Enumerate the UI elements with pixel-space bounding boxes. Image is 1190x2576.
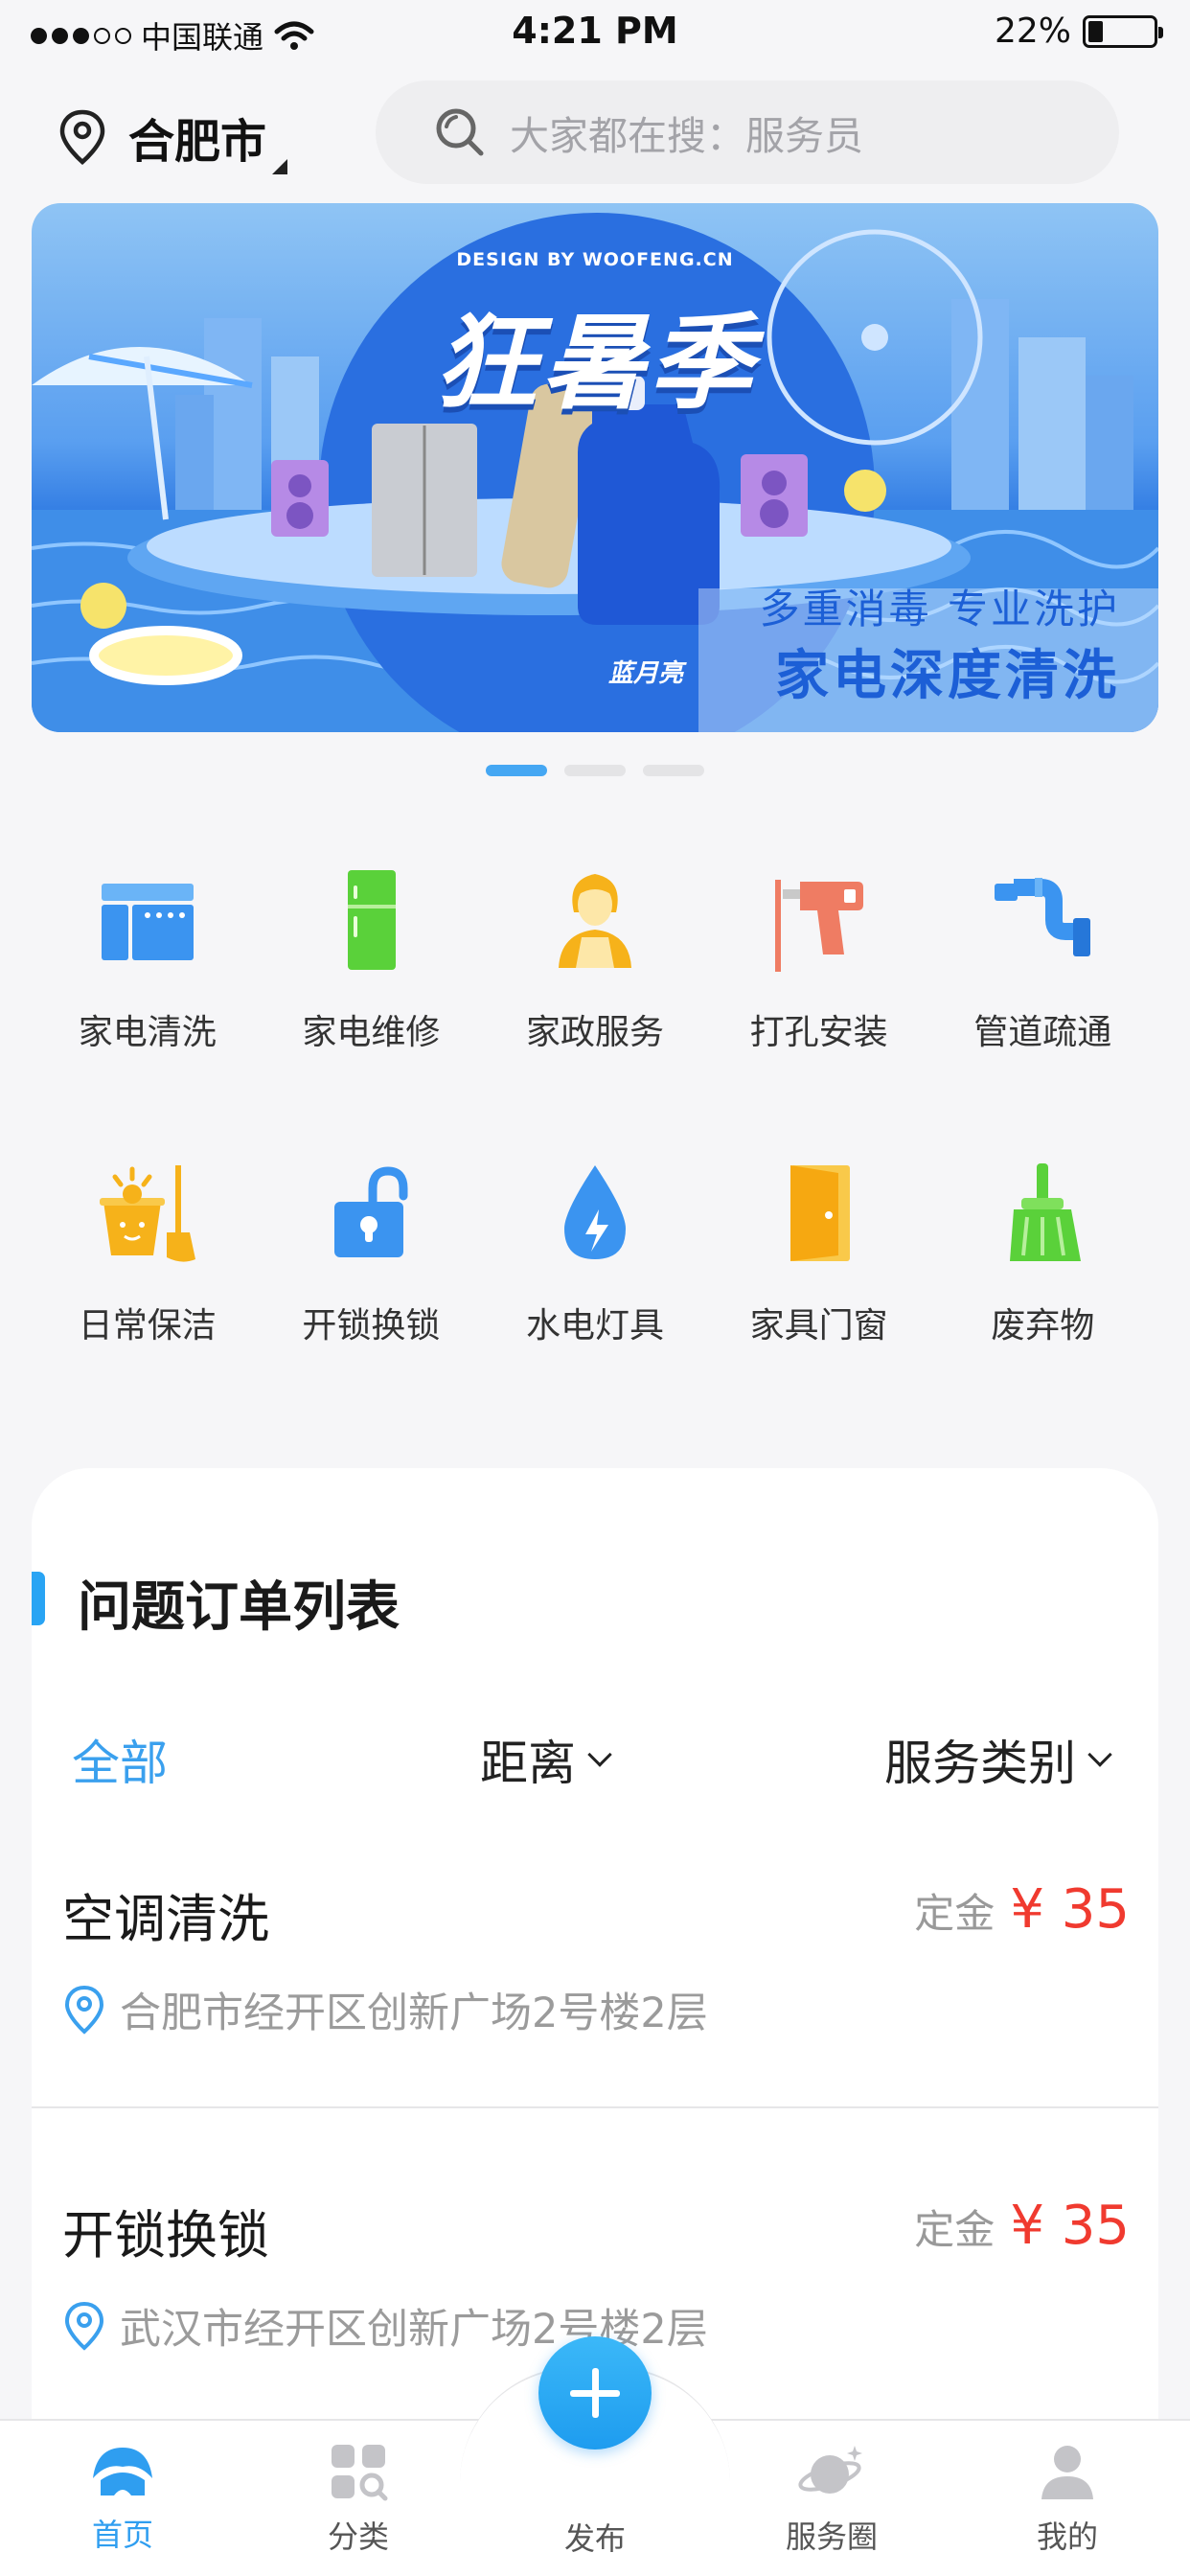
category-pipe-unblock[interactable]: 管道疏通 (930, 843, 1155, 1083)
order-deposit: 定金 ¥ 35 (914, 1878, 1130, 1941)
deposit-price: ¥ 35 (1010, 1878, 1130, 1941)
category-label: 家具门窗 (749, 1306, 888, 1346)
banner-page-dot[interactable] (486, 765, 547, 776)
cleaning-bucket-icon (99, 1165, 195, 1262)
fridge-repair-icon (348, 870, 397, 970)
publish-plus-button[interactable] (538, 2336, 652, 2450)
section-title: 问题订单列表 (78, 1576, 400, 1639)
category-label: 日常保洁 (78, 1306, 217, 1346)
deposit-label: 定金 (914, 2206, 995, 2253)
city-label: 合肥市 (128, 115, 267, 169)
door-icon (790, 1165, 850, 1261)
category-water-electric[interactable]: 水电灯具 (483, 1137, 707, 1376)
banner-design-credit: DESIGN BY WOOFENG.CN (456, 249, 734, 270)
filter-all[interactable]: 全部 (72, 1725, 168, 1794)
banner-page-dot[interactable] (564, 765, 626, 776)
category-drill-install[interactable]: 打孔安装 (707, 843, 931, 1083)
location-pin-icon (59, 109, 105, 165)
category-label: 打孔安装 (749, 1013, 888, 1052)
category-label: 废弃物 (991, 1306, 1095, 1346)
order-service-name: 开锁换锁 (62, 2205, 269, 2266)
chevron-down-icon (1087, 1742, 1112, 1767)
filter-distance-label: 距离 (480, 1736, 576, 1791)
deposit-label: 定金 (914, 1890, 995, 1937)
tab-service-circle[interactable]: 服务圈 (745, 2442, 918, 2557)
banner-page-dot[interactable] (643, 765, 704, 776)
banner-subtitle: 多重消毒 专业洗护 (759, 586, 1120, 632)
category-daily-cleaning[interactable]: 日常保洁 (35, 1137, 260, 1376)
category-unlock[interactable]: 开锁换锁 (260, 1137, 484, 1376)
banner-title: 狂暑季 (433, 304, 756, 424)
dropdown-caret-icon (272, 159, 288, 174)
order-address: 合肥市经开区创新广场2号楼2层 (62, 1980, 708, 2039)
housekeeper-icon (558, 874, 631, 968)
filter-all-label: 全部 (72, 1736, 168, 1791)
chevron-down-icon (587, 1742, 612, 1767)
order-deposit: 定金 ¥ 35 (914, 2195, 1130, 2257)
title-accent-bar (32, 1572, 45, 1625)
banner-page-indicator (0, 765, 1190, 776)
search-placeholder: 大家都在搜：服务员 (510, 113, 863, 159)
promo-banner[interactable]: DESIGN BY WOOFENG.CN 狂暑季 蓝月亮 多重消毒 专业洗护 家… (32, 203, 1158, 732)
service-category-grid: 家电清洗 家电维修 家政服务 打孔安装 管道疏通 日常保洁 开锁换锁 水电灯具 … (35, 843, 1155, 1376)
search-icon (436, 108, 484, 156)
category-label: 家政服务 (525, 1013, 664, 1052)
unlock-icon (334, 1166, 408, 1257)
planet-icon (798, 2446, 862, 2494)
category-housekeeping[interactable]: 家政服务 (483, 843, 707, 1083)
category-label: 家电维修 (302, 1013, 441, 1052)
pipe-icon (995, 878, 1091, 956)
category-appliance-cleaning[interactable]: 家电清洗 (35, 843, 260, 1083)
user-icon (1041, 2446, 1093, 2499)
location-pin-icon (64, 2301, 104, 2351)
drill-icon (774, 880, 863, 972)
address-text: 合肥市经开区创新广场2号楼2层 (120, 1990, 708, 2037)
category-label: 管道疏通 (973, 1013, 1112, 1052)
banner-headline: 家电深度清洗 (775, 645, 1120, 707)
category-label: 开锁换锁 (302, 1306, 441, 1346)
category-waste[interactable]: 废弃物 (930, 1137, 1155, 1376)
location-pin-icon (64, 1985, 104, 2035)
broom-icon (1010, 1163, 1082, 1261)
category-label: 家电清洗 (78, 1013, 217, 1052)
battery-icon (1083, 14, 1163, 48)
category-furniture-doors[interactable]: 家具门窗 (707, 1137, 931, 1376)
tab-service-circle-label: 服务圈 (785, 2518, 878, 2555)
category-appliance-repair[interactable]: 家电维修 (260, 843, 484, 1083)
search-bar[interactable]: 大家都在搜：服务员 (376, 80, 1119, 184)
city-name: 合肥市 (128, 104, 288, 174)
water-electric-icon (563, 1165, 626, 1259)
bottle-label: 蓝月亮 (608, 659, 684, 688)
order-list-card: 问题订单列表 全部 距离 服务类别 空调清洗 定金 ¥ 35 合肥市经开区创新广… (32, 1468, 1158, 2426)
order-divider (32, 2106, 1158, 2108)
status-bar: 中国联通 4:21 PM 22% (0, 0, 1190, 67)
category-grid-icon (332, 2445, 388, 2501)
battery-status: 22% (994, 12, 1163, 51)
category-label: 水电灯具 (525, 1306, 664, 1346)
battery-percent: 22% (994, 12, 1071, 51)
filter-distance[interactable]: 距离 (480, 1725, 612, 1794)
order-service-name: 空调清洗 (62, 1889, 269, 1949)
deposit-price: ¥ 35 (1010, 2195, 1130, 2257)
order-filter-bar: 全部 距离 服务类别 (32, 1725, 1158, 1792)
tab-mine-label: 我的 (1036, 2518, 1098, 2555)
tab-mine[interactable]: 我的 (981, 2442, 1154, 2557)
order-item[interactable]: 空调清洗 定金 ¥ 35 合肥市经开区创新广场2号楼2层 (32, 1876, 1158, 2068)
filter-service-type[interactable]: 服务类别 (884, 1725, 1112, 1794)
filter-service-type-label: 服务类别 (884, 1736, 1076, 1791)
appliance-cleaning-icon (101, 884, 194, 960)
home-icon (93, 2448, 152, 2496)
city-selector[interactable]: 合肥市 (57, 104, 288, 174)
